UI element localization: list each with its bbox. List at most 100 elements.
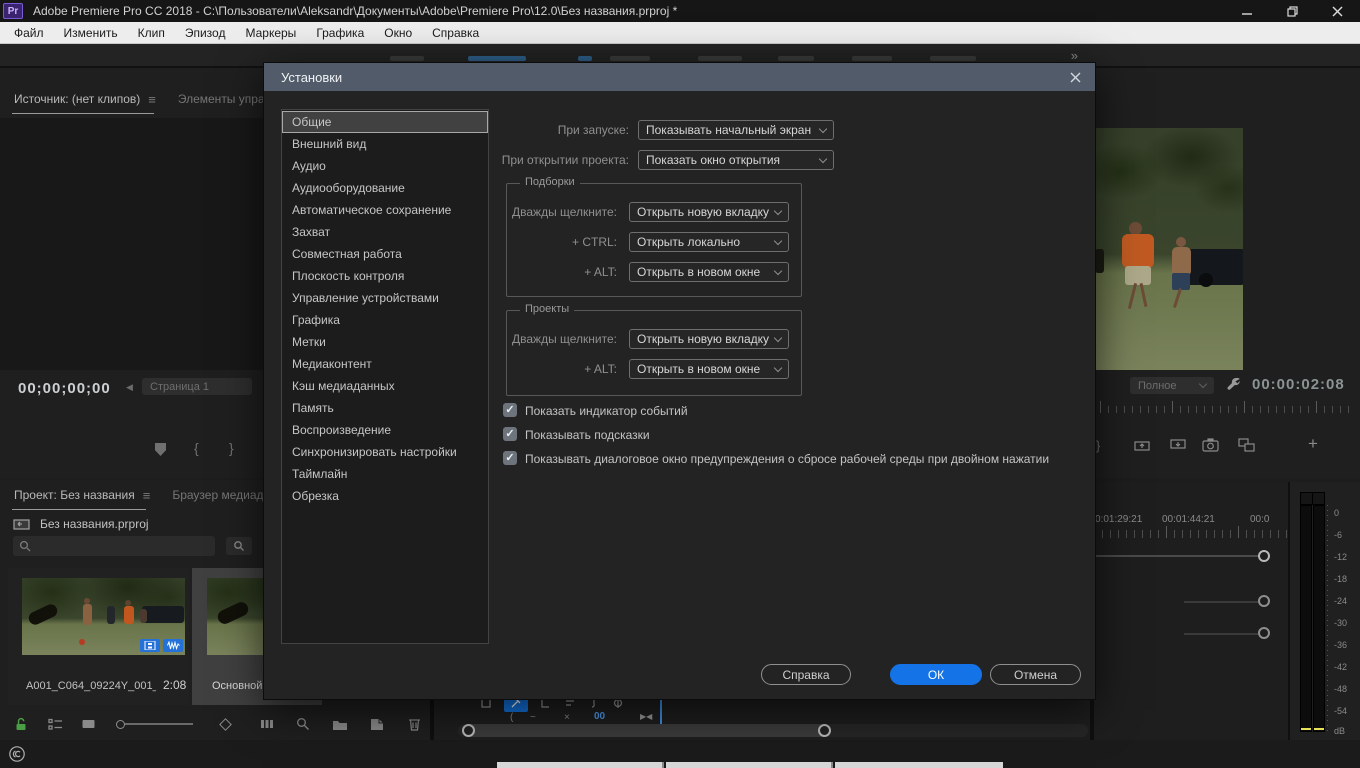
creative-cloud-icon[interactable] (8, 745, 26, 763)
filter-bins-icon[interactable] (260, 718, 274, 730)
dialog-close-button[interactable] (1067, 69, 1083, 85)
timeline-subtool-icon[interactable]: × (564, 712, 570, 723)
clip-card[interactable]: A001_C064_09224Y_001_ 2:08 (8, 568, 189, 705)
tab-source[interactable]: Источник: (нет клипов) (14, 92, 140, 106)
gain-handle[interactable] (1258, 627, 1270, 639)
clip-name[interactable]: A001_C064_09224Y_001_ (26, 680, 156, 692)
timeline-scrollbar-range[interactable] (462, 724, 830, 737)
timeline-tool-badge[interactable]: 00 (594, 711, 605, 722)
clip-thumbnail[interactable] (22, 578, 185, 655)
bins-ctrl-select[interactable]: Открыть локально (629, 232, 789, 252)
search-box[interactable] (13, 536, 215, 556)
find-icon[interactable] (296, 717, 310, 731)
category-item-audio[interactable]: Аудио (282, 155, 488, 177)
export-frame-camera-icon[interactable] (1202, 438, 1219, 452)
projects-doubleclick-select[interactable]: Открыть новую вкладку (629, 329, 789, 349)
program-timecode[interactable]: 00:00:02:08 (1252, 376, 1345, 393)
automate-to-sequence-icon[interactable] (219, 718, 232, 731)
restore-button[interactable] (1270, 0, 1315, 22)
workspace-tab-fragment[interactable] (778, 56, 814, 61)
workspace-tab-fragment[interactable] (698, 56, 742, 61)
scrollbar-handle-right[interactable] (818, 724, 831, 737)
dialog-title-bar[interactable]: Установки (264, 63, 1095, 91)
add-button[interactable]: + (1308, 434, 1318, 454)
tab-effect-controls[interactable]: Элементы управ (178, 92, 271, 106)
show-tooltips-checkbox[interactable]: ✓ (503, 427, 517, 441)
new-item-icon[interactable] (370, 718, 384, 731)
insert-clip-icon[interactable] (1238, 438, 1255, 452)
menu-sequence[interactable]: Эпизод (175, 22, 236, 44)
menu-graphics[interactable]: Графика (306, 22, 374, 44)
delete-icon[interactable] (408, 717, 421, 731)
menu-help[interactable]: Справка (422, 22, 489, 44)
video-stream-badge-icon[interactable] (140, 639, 160, 652)
list-view-icon[interactable] (48, 718, 63, 731)
menu-window[interactable]: Окно (374, 22, 422, 44)
menu-file[interactable]: Файл (4, 22, 54, 44)
timeline-subtool-icon[interactable]: ( (510, 712, 513, 723)
fit-icon[interactable]: ▶◀ (640, 712, 652, 721)
lift-icon[interactable] (1134, 438, 1150, 452)
tab-media-browser[interactable]: Браузер медиадан (172, 488, 276, 502)
add-marker-icon[interactable] (155, 443, 166, 456)
tab-project[interactable]: Проект: Без названия (14, 488, 135, 502)
mark-in-icon[interactable]: { (194, 440, 199, 456)
category-item-auto-save[interactable]: Автоматическое сохранение (282, 199, 488, 221)
bins-doubleclick-select[interactable]: Открыть новую вкладку (629, 202, 789, 222)
panel-menu-icon[interactable]: ≡ (148, 92, 156, 107)
category-item-labels[interactable]: Метки (282, 331, 488, 353)
search-input[interactable] (37, 540, 197, 552)
open-project-select[interactable]: Показать окно открытия (638, 150, 834, 170)
projects-alt-select[interactable]: Открыть в новом окне (629, 359, 789, 379)
minimize-button[interactable] (1225, 0, 1270, 22)
category-item-trim[interactable]: Обрезка (282, 485, 488, 507)
cancel-button[interactable]: Отмена (990, 664, 1081, 685)
category-item-device-control[interactable]: Управление устройствами (282, 287, 488, 309)
workspace-tab-fragment[interactable] (930, 56, 976, 61)
icon-view-icon[interactable] (81, 718, 96, 731)
category-item-appearance[interactable]: Внешний вид (282, 133, 488, 155)
scrollbar-handle-left[interactable] (462, 724, 475, 737)
workspace-tab-fragment[interactable] (852, 56, 892, 61)
help-button[interactable]: Справка (761, 664, 851, 685)
page-selector[interactable]: Страница 1 (142, 378, 252, 395)
audio-meter-bar-right[interactable] (1313, 505, 1325, 732)
category-item-playback[interactable]: Воспроизведение (282, 419, 488, 441)
gain-handle[interactable] (1258, 595, 1270, 607)
workspace-tab-fragment[interactable] (468, 56, 526, 61)
audio-gain-line[interactable] (1184, 633, 1266, 635)
category-item-control-surface[interactable]: Плоскость контроля (282, 265, 488, 287)
category-item-capture[interactable]: Захват (282, 221, 488, 243)
workspace-reset-warning-checkbox[interactable]: ✓ (503, 451, 517, 465)
audio-stream-badge-icon[interactable] (163, 639, 183, 652)
menu-edit[interactable]: Изменить (54, 22, 128, 44)
close-window-button[interactable] (1315, 0, 1360, 22)
timeline-work-bar[interactable] (1094, 555, 1266, 557)
program-video-frame[interactable] (1095, 128, 1243, 370)
playback-resolution-select[interactable]: Полное (1130, 377, 1214, 394)
menu-clip[interactable]: Клип (128, 22, 175, 44)
category-item-general[interactable]: Общие (282, 111, 488, 133)
category-item-timeline[interactable]: Таймлайн (282, 463, 488, 485)
category-item-media-cache[interactable]: Кэш медиаданных (282, 375, 488, 397)
workspace-tab-fragment[interactable] (578, 56, 592, 61)
writable-unlock-icon[interactable] (14, 717, 28, 731)
workspace-overflow-icon[interactable]: » (1071, 48, 1078, 63)
menu-markers[interactable]: Маркеры (235, 22, 306, 44)
bins-alt-select[interactable]: Открыть в новом окне (629, 262, 789, 282)
new-bin-icon[interactable] (332, 718, 348, 731)
audio-meter-bar-left[interactable] (1300, 505, 1312, 732)
settings-wrench-icon[interactable] (1226, 376, 1242, 392)
mark-out-icon[interactable]: } (1096, 438, 1100, 453)
category-item-sync-settings[interactable]: Синхронизировать настройки (282, 441, 488, 463)
category-item-memory[interactable]: Память (282, 397, 488, 419)
category-item-media[interactable]: Медиаконтент (282, 353, 488, 375)
workspace-tab-fragment[interactable] (610, 56, 650, 61)
work-bar-handle[interactable] (1258, 550, 1270, 562)
category-item-collaboration[interactable]: Совместная работа (282, 243, 488, 265)
source-timecode[interactable]: 00;00;00;00 (18, 380, 111, 397)
workspace-tab-fragment[interactable] (390, 56, 424, 61)
clip-indicator-right[interactable] (1312, 492, 1325, 505)
extract-icon[interactable] (1170, 438, 1186, 452)
panel-menu-icon[interactable]: ≡ (143, 488, 151, 503)
